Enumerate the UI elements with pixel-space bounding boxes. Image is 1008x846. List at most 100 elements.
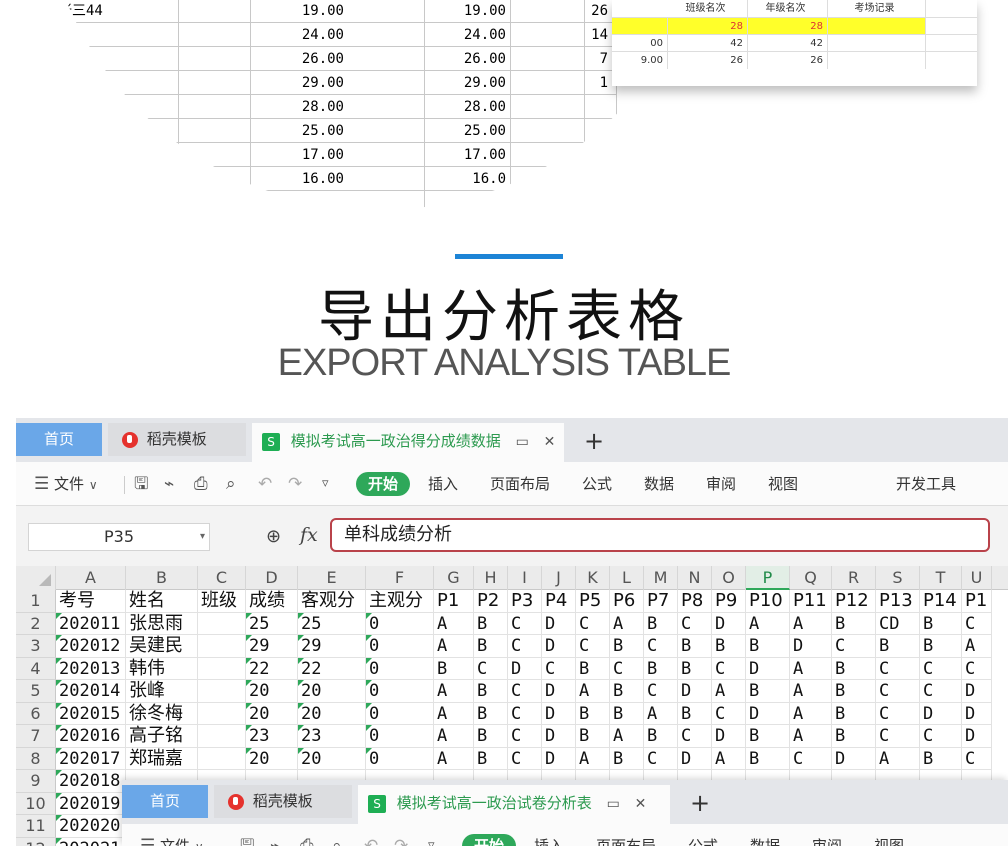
table-cell[interactable]: B (832, 657, 876, 680)
table-cell[interactable]: C (508, 680, 542, 703)
column-header-f[interactable]: F (366, 566, 434, 590)
table-cell[interactable]: B (576, 725, 610, 748)
tab-template[interactable]: 稻壳模板 (108, 423, 246, 456)
table-cell[interactable]: A (434, 702, 474, 725)
formula-input[interactable]: 单科成绩分析 (330, 518, 990, 552)
table-cell[interactable]: 25 (246, 612, 298, 635)
table-cell[interactable]: C (876, 702, 920, 725)
column-header-m[interactable]: M (644, 566, 678, 590)
table-cell[interactable]: C (876, 725, 920, 748)
table-cell[interactable]: A (644, 702, 678, 725)
table-cell[interactable]: A (712, 680, 746, 703)
table-cell[interactable]: A (712, 747, 746, 770)
table-cell[interactable]: B (876, 635, 920, 658)
tab-page-layout-2[interactable]: 页面布局 (596, 834, 656, 846)
row-header[interactable]: 3 (16, 635, 56, 658)
redo-icon[interactable]: ↷ (288, 472, 302, 496)
row-header[interactable]: 1 (16, 590, 56, 613)
table-cell[interactable]: B (920, 635, 962, 658)
table-cell[interactable]: D (678, 747, 712, 770)
tab-view-2[interactable]: 视图 (874, 834, 904, 846)
header-cell[interactable]: P7 (644, 590, 678, 613)
column-header-d[interactable]: D (246, 566, 298, 590)
undo-icon[interactable]: ↶ (364, 834, 378, 846)
table-cell[interactable]: B (832, 725, 876, 748)
table-cell[interactable]: C (576, 612, 610, 635)
table-cell[interactable]: 23 (298, 725, 366, 748)
print-icon[interactable]: ⎙ (194, 472, 208, 496)
table-cell[interactable]: 202019 (56, 792, 126, 815)
table-cell[interactable]: C (962, 657, 992, 680)
tab-insert[interactable]: 插入 (428, 472, 458, 496)
table-cell[interactable]: A (434, 680, 474, 703)
row-header[interactable]: 6 (16, 702, 56, 725)
header-cell[interactable]: P11 (790, 590, 832, 613)
table-cell[interactable]: 20 (246, 747, 298, 770)
table-cell[interactable]: D (962, 725, 992, 748)
column-header-a[interactable]: A (56, 566, 126, 590)
table-cell[interactable]: CD (876, 612, 920, 635)
table-cell[interactable]: B (746, 680, 790, 703)
table-cell[interactable]: 202014 (56, 680, 126, 703)
table-cell[interactable]: 韩伟 (126, 657, 198, 680)
header-cell[interactable]: 客观分 (298, 590, 366, 613)
table-cell[interactable]: A (610, 612, 644, 635)
table-cell[interactable]: B (678, 657, 712, 680)
column-header-j[interactable]: J (542, 566, 576, 590)
table-cell[interactable]: B (746, 725, 790, 748)
table-cell[interactable]: 22 (246, 657, 298, 680)
header-cell[interactable]: 姓名 (126, 590, 198, 613)
new-tab-button-2[interactable]: + (688, 786, 712, 824)
table-cell[interactable]: 202020 (56, 815, 126, 838)
table-cell[interactable]: A (790, 612, 832, 635)
table-cell[interactable]: 0 (366, 725, 434, 748)
table-cell[interactable]: 22 (298, 657, 366, 680)
header-cell[interactable]: P14 (920, 590, 962, 613)
table-cell[interactable]: 29 (246, 635, 298, 658)
table-cell[interactable]: B (920, 612, 962, 635)
table-cell[interactable]: C (644, 680, 678, 703)
table-cell[interactable] (198, 747, 246, 770)
table-cell[interactable]: C (678, 612, 712, 635)
table-cell[interactable]: 23 (246, 725, 298, 748)
table-cell[interactable]: B (832, 680, 876, 703)
row-header[interactable]: 4 (16, 657, 56, 680)
table-cell[interactable]: A (876, 747, 920, 770)
tab-home-2[interactable]: 首页 (122, 785, 208, 818)
column-header-g[interactable]: G (434, 566, 474, 590)
tab-template-2[interactable]: 稻壳模板 (214, 785, 352, 818)
table-cell[interactable]: 张峰 (126, 680, 198, 703)
tab-data-2[interactable]: 数据 (750, 834, 780, 846)
print-preview-icon[interactable]: ⌕ (332, 834, 342, 846)
table-cell[interactable]: 202016 (56, 725, 126, 748)
table-cell[interactable]: 29 (298, 635, 366, 658)
table-cell[interactable]: 郑瑞嘉 (126, 747, 198, 770)
table-cell[interactable]: D (712, 725, 746, 748)
table-cell[interactable]: 202015 (56, 702, 126, 725)
table-cell[interactable]: D (542, 680, 576, 703)
table-cell[interactable] (198, 657, 246, 680)
table-cell[interactable]: 0 (366, 612, 434, 635)
table-cell[interactable]: B (920, 747, 962, 770)
row-header[interactable]: 7 (16, 725, 56, 748)
table-cell[interactable]: 0 (366, 702, 434, 725)
table-cell[interactable]: 0 (366, 747, 434, 770)
column-header-e[interactable]: E (298, 566, 366, 590)
table-cell[interactable]: B (746, 635, 790, 658)
tab-formula-2[interactable]: 公式 (688, 834, 718, 846)
header-cell[interactable]: 主观分 (366, 590, 434, 613)
table-cell[interactable]: C (508, 702, 542, 725)
table-cell[interactable]: A (576, 680, 610, 703)
table-cell[interactable]: B (746, 747, 790, 770)
table-cell[interactable]: C (474, 657, 508, 680)
table-cell[interactable]: 202012 (56, 635, 126, 658)
table-cell[interactable] (198, 680, 246, 703)
header-cell[interactable]: P2 (474, 590, 508, 613)
column-header-l[interactable]: L (610, 566, 644, 590)
table-cell[interactable]: 20 (298, 702, 366, 725)
table-cell[interactable]: B (576, 702, 610, 725)
tab-document-2[interactable]: S 模拟考试高一政治试卷分析表 ▭ ✕ (358, 785, 670, 824)
table-cell[interactable]: 20 (246, 680, 298, 703)
column-header-q[interactable]: Q (790, 566, 832, 590)
header-cell[interactable]: P6 (610, 590, 644, 613)
